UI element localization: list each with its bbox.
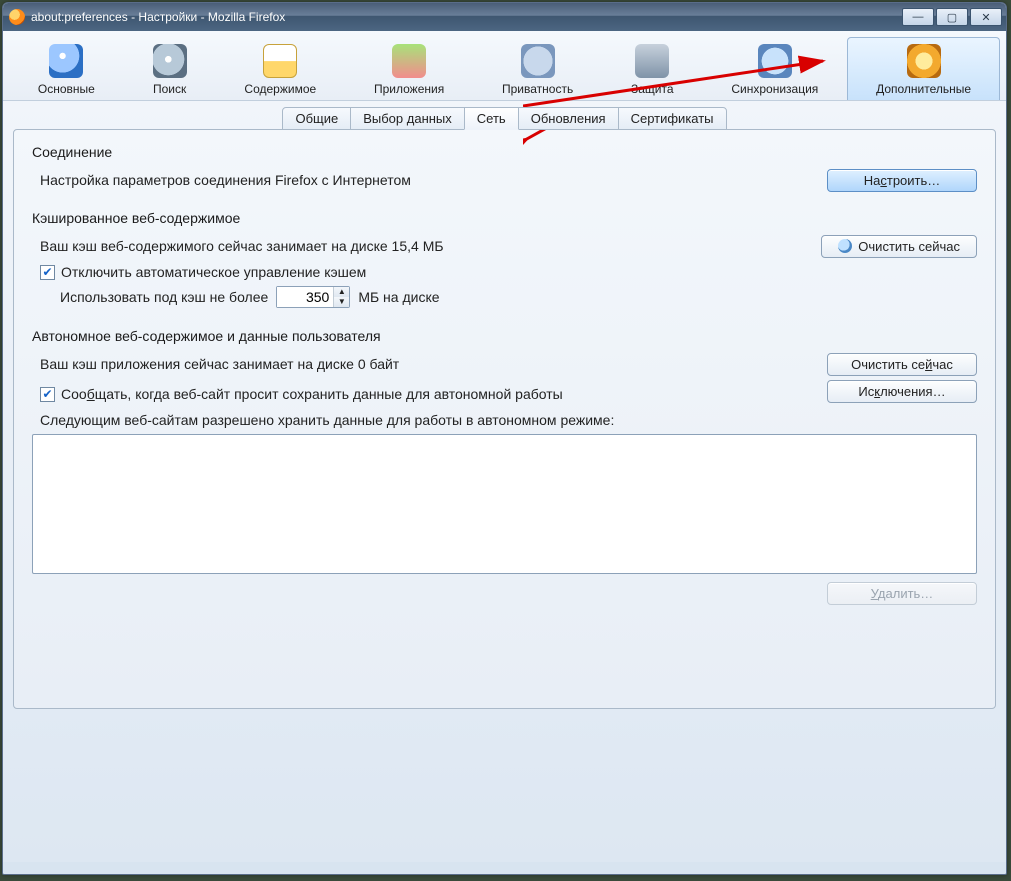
cache-limit-prefix: Использовать под кэш не более — [60, 289, 268, 305]
subtab-general[interactable]: Общие — [282, 107, 351, 130]
toolbar-applications[interactable]: Приложения — [345, 37, 473, 100]
maximize-button[interactable]: ▢ — [936, 8, 968, 26]
cache-status: Ваш кэш веб-содержимого сейчас занимает … — [40, 238, 444, 254]
firefox-icon — [9, 9, 25, 25]
toolbar-privacy[interactable]: Приватность — [473, 37, 602, 100]
general-icon — [49, 44, 83, 78]
subtab-updates[interactable]: Обновления — [518, 107, 619, 130]
toolbar-label: Приватность — [478, 82, 597, 96]
override-cache-label: Отключить автоматическое управление кэше… — [61, 264, 366, 280]
connection-settings-button[interactable]: Настроить… — [827, 169, 977, 192]
spin-up[interactable]: ▲ — [334, 287, 349, 297]
close-button[interactable]: ✕ — [970, 8, 1002, 26]
firefox-preferences-window: about:preferences - Настройки - Mozilla … — [2, 2, 1007, 875]
toolbar-label: Приложения — [350, 82, 468, 96]
notify-offline-label: Сообщать, когда веб-сайт просит сохранит… — [61, 386, 563, 402]
section-offline-title: Автономное веб-содержимое и данные польз… — [32, 328, 977, 344]
content-icon — [263, 44, 297, 78]
offline-status: Ваш кэш приложения сейчас занимает на ди… — [40, 356, 399, 372]
clear-offline-button[interactable]: Очистить сейчас — [827, 353, 977, 376]
clear-cache-button[interactable]: Очистить сейчас — [821, 235, 977, 258]
toolbar-label: Синхронизация — [707, 82, 842, 96]
toolbar-label: Содержимое — [221, 82, 341, 96]
notify-offline-checkbox[interactable] — [40, 387, 55, 402]
offline-sites-list[interactable] — [32, 434, 977, 574]
exceptions-button[interactable]: Исключения… — [827, 380, 977, 403]
subtab-certificates[interactable]: Сертификаты — [618, 107, 727, 130]
cache-limit-spinner[interactable]: ▲ ▼ — [276, 286, 350, 308]
toolbar-label: Защита — [607, 82, 697, 96]
main-toolbar: Основные Поиск Содержимое Приложения При… — [3, 31, 1006, 101]
titlebar: about:preferences - Настройки - Mozilla … — [3, 3, 1006, 31]
window-title: about:preferences - Настройки - Mozilla … — [31, 10, 285, 24]
section-connection-title: Соединение — [32, 144, 977, 160]
connection-desc: Настройка параметров соединения Firefox … — [40, 172, 411, 188]
cache-limit-suffix: МБ на диске — [358, 289, 439, 305]
security-icon — [635, 44, 669, 78]
toolbar-advanced[interactable]: Дополнительные — [847, 37, 1000, 100]
offline-list-label: Следующим веб-сайтам разрешено хранить д… — [40, 412, 977, 428]
subtab-datachoices[interactable]: Выбор данных — [350, 107, 465, 130]
toolbar-label: Дополнительные — [852, 82, 995, 96]
toolbar-general[interactable]: Основные — [9, 37, 124, 100]
advanced-subtabs: Общие Выбор данных Сеть Обновления Серти… — [13, 107, 996, 130]
applications-icon — [392, 44, 426, 78]
override-cache-checkbox[interactable] — [40, 265, 55, 280]
toolbar-label: Поиск — [129, 82, 211, 96]
search-icon — [153, 44, 187, 78]
toolbar-sync[interactable]: Синхронизация — [702, 37, 847, 100]
cache-limit-input[interactable] — [277, 287, 333, 307]
clear-icon — [838, 239, 852, 253]
section-cache-title: Кэшированное веб-содержимое — [32, 210, 977, 226]
network-panel: Соединение Настройка параметров соединен… — [13, 129, 996, 709]
sync-icon — [758, 44, 792, 78]
content-area: Общие Выбор данных Сеть Обновления Серти… — [3, 101, 1006, 862]
privacy-icon — [521, 44, 555, 78]
toolbar-search[interactable]: Поиск — [124, 37, 216, 100]
toolbar-security[interactable]: Защита — [602, 37, 702, 100]
spin-down[interactable]: ▼ — [334, 297, 349, 307]
gear-icon — [907, 44, 941, 78]
toolbar-label: Основные — [14, 82, 119, 96]
toolbar-content[interactable]: Содержимое — [216, 37, 346, 100]
minimize-button[interactable]: — — [902, 8, 934, 26]
subtab-network[interactable]: Сеть — [464, 107, 519, 130]
delete-button: Удалить… — [827, 582, 977, 605]
